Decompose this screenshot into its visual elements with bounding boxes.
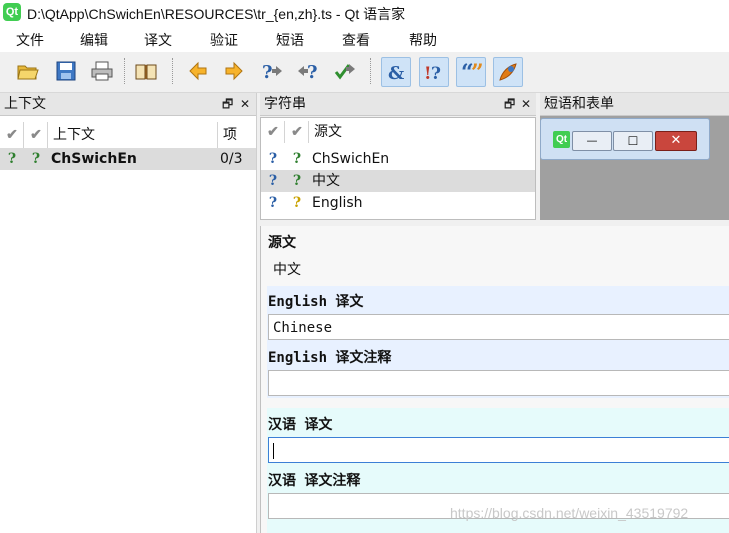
- english-comment-field[interactable]: [268, 370, 729, 396]
- svg-text:&: &: [388, 63, 404, 84]
- context-name: ChSwichEn: [51, 151, 137, 167]
- source-text: ChSwichEn: [312, 151, 390, 167]
- menu-edit[interactable]: 编辑: [80, 30, 108, 50]
- toolbar-separator: [172, 58, 175, 84]
- column-header-items[interactable]: 项: [223, 122, 237, 148]
- question-icon: ?: [292, 173, 302, 189]
- svg-text:?: ?: [307, 62, 318, 83]
- translation-editor: 源文 中文 English 译文 Chinese English 译文注释 汉语…: [260, 226, 729, 533]
- column-header-source[interactable]: 源文: [314, 121, 342, 143]
- strings-table-header: ✔ ✔ 源文: [261, 121, 535, 143]
- minimized-subwindow[interactable]: Qt — ☐ ✕: [540, 118, 710, 160]
- menu-bar: 文件 编辑 译文 验证 短语 查看 帮助: [0, 26, 729, 52]
- print-icon[interactable]: [88, 57, 116, 85]
- toolbar-separator: [370, 58, 373, 84]
- phrases-pane-header: 短语和表单: [540, 93, 729, 116]
- check-icon: ✔: [6, 127, 18, 143]
- next-icon[interactable]: [220, 57, 248, 85]
- close-icon[interactable]: ✕: [240, 93, 250, 115]
- strings-list: ✔ ✔ 源文 ? ? ChSwichEn ? ? 中文 ? ? English: [260, 117, 536, 220]
- question-icon: ?: [31, 151, 41, 167]
- question-icon: ?: [292, 195, 302, 211]
- question-icon: ?: [268, 151, 278, 167]
- strings-pane: 字符串 🗗 ✕ ✔ ✔ 源文 ? ? ChSwichEn ? ? 中文 ? ? …: [260, 93, 536, 223]
- menu-validation[interactable]: 验证: [210, 30, 238, 50]
- punctuation-check-icon[interactable]: !?: [419, 57, 449, 87]
- question-icon: ?: [7, 151, 17, 167]
- qt-logo-icon: Qt: [553, 131, 570, 148]
- source-text: English: [312, 195, 363, 211]
- menu-translation[interactable]: 译文: [144, 30, 172, 50]
- menu-phrases[interactable]: 短语: [276, 30, 304, 50]
- context-items-count: 0/3: [220, 151, 243, 167]
- text-cursor: [273, 443, 274, 459]
- menu-file[interactable]: 文件: [16, 30, 44, 50]
- chinese-translation-label: 汉语 译文: [268, 417, 333, 433]
- placemarker-check-icon[interactable]: [493, 57, 523, 87]
- chinese-comment-label: 汉语 译文注释: [268, 473, 361, 489]
- menu-help[interactable]: 帮助: [409, 30, 437, 50]
- check-icon: ✔: [291, 124, 303, 140]
- english-translation-field[interactable]: Chinese: [268, 314, 729, 340]
- check-icon: ✔: [267, 124, 279, 140]
- check-icon: ✔: [30, 127, 42, 143]
- question-icon: ?: [292, 151, 302, 167]
- phrases-pane: 短语和表单 Qt — ☐ ✕: [540, 93, 729, 223]
- question-icon: ?: [268, 173, 278, 189]
- svg-text:?: ?: [262, 62, 273, 83]
- table-row[interactable]: ? ? ChSwichEn: [261, 148, 535, 170]
- english-translation-label: English 译文: [268, 294, 364, 310]
- title-bar: Qt D:\QtApp\ChSwichEn\RESOURCES\tr_{en,z…: [0, 0, 729, 26]
- table-row[interactable]: ? ? 中文: [261, 170, 535, 192]
- table-row[interactable]: ? ? ChSwichEn 0/3: [0, 148, 256, 170]
- watermark: https://blog.csdn.net/weixin_43519792: [450, 505, 689, 521]
- qt-logo-icon: Qt: [3, 3, 21, 21]
- phrases-pane-title: 短语和表单: [544, 96, 614, 112]
- float-icon[interactable]: 🗗: [504, 93, 515, 115]
- toolbar-separator: [124, 58, 127, 84]
- table-row[interactable]: ? ? English: [261, 192, 535, 214]
- restore-button[interactable]: ☐: [613, 131, 653, 151]
- save-icon[interactable]: [52, 57, 80, 85]
- float-icon[interactable]: 🗗: [222, 93, 233, 115]
- close-button[interactable]: ✕: [655, 131, 697, 151]
- english-comment-label: English 译文注释: [268, 350, 392, 366]
- context-table-header: ✔ ✔ 上下文 项: [0, 122, 256, 149]
- svg-text:”: ”: [471, 60, 483, 84]
- prev-icon[interactable]: [184, 57, 212, 85]
- strings-pane-title: 字符串: [264, 96, 306, 112]
- open-icon[interactable]: [14, 57, 42, 85]
- column-header-context[interactable]: 上下文: [53, 122, 95, 148]
- window-title: D:\QtApp\ChSwichEn\RESOURCES\tr_{en,zh}.…: [27, 6, 406, 22]
- phrasebook-icon[interactable]: [132, 57, 160, 85]
- source-text: 中文: [312, 173, 340, 189]
- next-unfinished-icon[interactable]: ?: [294, 57, 322, 85]
- close-icon[interactable]: ✕: [521, 93, 531, 115]
- strings-pane-header: 字符串 🗗 ✕: [260, 93, 536, 116]
- prev-unfinished-icon[interactable]: ?: [258, 57, 286, 85]
- toolbar: ? ? & !? “”: [0, 52, 729, 93]
- menu-view[interactable]: 查看: [342, 30, 370, 50]
- phrase-check-icon[interactable]: “”: [456, 57, 486, 87]
- chinese-translation-field[interactable]: [268, 437, 729, 463]
- svg-text:?: ?: [431, 64, 441, 84]
- source-label: 源文: [268, 235, 296, 251]
- source-text: 中文: [273, 262, 301, 278]
- accelerator-check-icon[interactable]: &: [381, 57, 411, 87]
- context-pane-title: 上下文: [4, 96, 46, 112]
- minimize-button[interactable]: —: [572, 131, 612, 151]
- context-pane: 上下文 🗗 ✕ ✔ ✔ 上下文 项 ? ? ChSwichEn 0/3: [0, 93, 257, 533]
- done-next-icon[interactable]: [331, 57, 359, 85]
- question-icon: ?: [268, 195, 278, 211]
- context-pane-header: 上下文 🗗 ✕: [0, 93, 256, 116]
- mdi-area: Qt — ☐ ✕: [540, 116, 729, 220]
